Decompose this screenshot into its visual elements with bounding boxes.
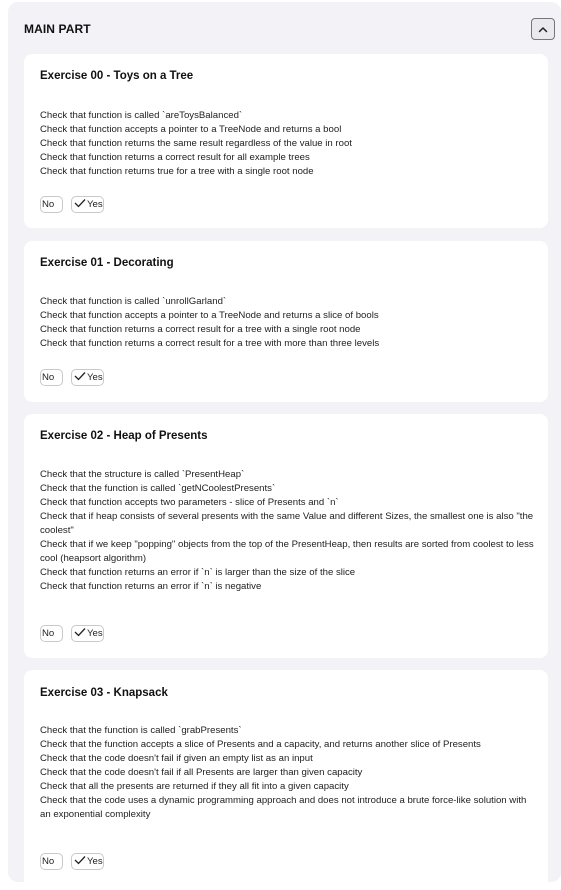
- yes-button[interactable]: Yes: [71, 369, 104, 386]
- checklist-item: Check that function returns a correct re…: [40, 152, 310, 163]
- check-icon: [74, 199, 86, 208]
- exercise-card: Exercise 01 - Decorating Check that func…: [24, 241, 548, 402]
- exercise-title: Exercise 00 - Toys on a Tree: [40, 70, 194, 82]
- check-icon: [74, 628, 86, 637]
- no-button[interactable]: No: [40, 196, 63, 213]
- checklist-item: Check that function returns a correct re…: [40, 338, 380, 349]
- checklist-item: Check that function accepts a pointer to…: [40, 124, 342, 135]
- checklist: Check that the function is called `grabP…: [40, 724, 534, 822]
- checklist-item: Check that the structure is called `Pres…: [40, 469, 245, 480]
- checklist-item: Check that the function is called `grabP…: [40, 725, 242, 736]
- checklist-item: Check that all the presents are returned…: [40, 781, 349, 792]
- exercise-card: Exercise 02 - Heap of Presents Check tha…: [24, 414, 548, 658]
- no-label: No: [42, 856, 55, 867]
- checklist-item: Check that function accepts a pointer to…: [40, 310, 379, 321]
- yes-button[interactable]: Yes: [71, 196, 104, 213]
- collapse-button[interactable]: [531, 18, 555, 40]
- checklist: Check that function is called `areToysBa…: [40, 109, 534, 179]
- checklist-item: Check that function is called `unrollGar…: [40, 296, 227, 307]
- check-icon: [74, 372, 86, 381]
- checklist-item: Check that function accepts two paramete…: [40, 497, 339, 508]
- checklist-item: Check that if heap consists of several p…: [40, 511, 534, 536]
- no-button[interactable]: No: [40, 625, 63, 642]
- section-title: MAIN PART: [24, 22, 91, 36]
- section-header: MAIN PART: [24, 18, 561, 42]
- exercise-title: Exercise 03 - Knapsack: [40, 687, 168, 699]
- no-label: No: [42, 372, 55, 383]
- checklist-item: Check that function returns an error if …: [40, 581, 262, 592]
- checklist-item: Check that the code doesn't fail if give…: [40, 753, 313, 764]
- main-part-section: MAIN PART Exercise 00 - Toys on a Tree C…: [8, 2, 561, 890]
- yes-label: Yes: [87, 628, 103, 639]
- yes-label: Yes: [87, 372, 103, 383]
- yes-button[interactable]: Yes: [71, 853, 104, 870]
- yes-label: Yes: [87, 856, 103, 867]
- check-icon: [74, 856, 86, 865]
- exercise-card: Exercise 03 - Knapsack Check that the fu…: [24, 670, 548, 890]
- checklist-item: Check that function returns a correct re…: [40, 324, 361, 335]
- checklist-item: Check that the code doesn't fail if all …: [40, 767, 363, 778]
- checklist: Check that the structure is called `Pres…: [40, 468, 534, 594]
- no-label: No: [42, 628, 55, 639]
- checklist-item: Check that the function accepts a slice …: [40, 739, 481, 750]
- checklist: Check that function is called `unrollGar…: [40, 295, 534, 351]
- exercise-title: Exercise 01 - Decorating: [40, 257, 174, 269]
- exercise-title: Exercise 02 - Heap of Presents: [40, 430, 208, 442]
- yes-label: Yes: [87, 199, 103, 210]
- exercise-card: Exercise 00 - Toys on a Tree Check that …: [24, 54, 548, 228]
- chevron-up-icon: [538, 26, 548, 32]
- no-button[interactable]: No: [40, 369, 63, 386]
- yes-button[interactable]: Yes: [71, 625, 104, 642]
- checklist-item: Check that function returns true for a t…: [40, 166, 314, 177]
- checklist-item: Check that function is called `areToysBa…: [40, 110, 243, 121]
- no-button[interactable]: No: [40, 853, 63, 870]
- checklist-item: Check that function returns the same res…: [40, 138, 352, 149]
- checklist-item: Check that the function is called `getNC…: [40, 483, 276, 494]
- checklist-item: Check that if we keep "popping" objects …: [40, 539, 534, 564]
- checklist-item: Check that function returns an error if …: [40, 567, 356, 578]
- no-label: No: [42, 199, 55, 210]
- checklist-item: Check that the code uses a dynamic progr…: [40, 795, 527, 820]
